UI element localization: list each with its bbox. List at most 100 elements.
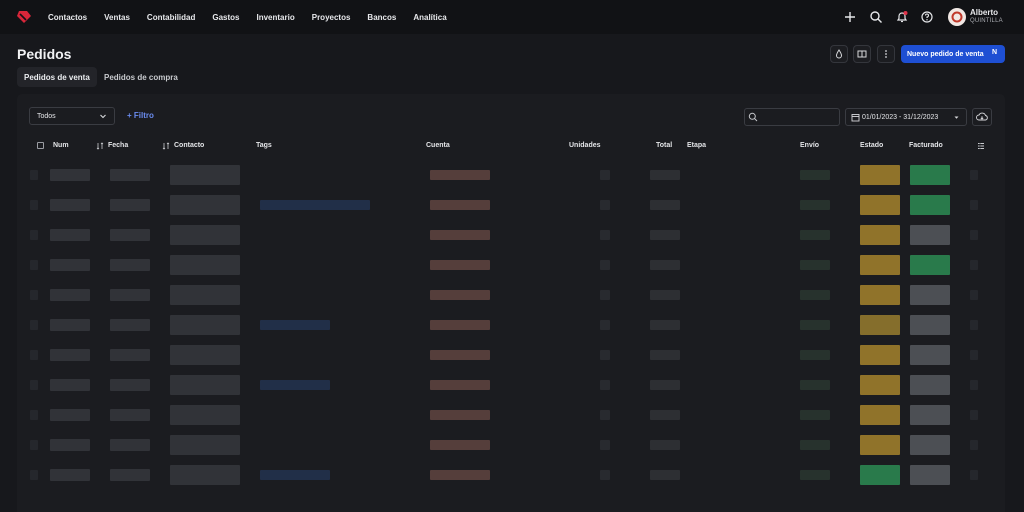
help-icon[interactable]: [920, 10, 934, 24]
book-icon-button[interactable]: [853, 45, 871, 63]
user-name[interactable]: Alberto: [970, 8, 998, 17]
obscured-cell: [50, 469, 90, 481]
obscured-cell: [260, 320, 330, 330]
obscured-cell: [650, 200, 680, 210]
col-estado[interactable]: Estado: [860, 142, 883, 149]
obscured-cell: [910, 165, 950, 185]
obscured-cell: [430, 350, 490, 360]
obscured-cell: [430, 170, 490, 180]
obscured-cell: [170, 345, 240, 365]
nav-proyectos[interactable]: Proyectos: [312, 13, 351, 22]
sort-icon[interactable]: [96, 142, 104, 150]
nav-bancos[interactable]: Bancos: [367, 13, 396, 22]
obscured-cell: [910, 315, 950, 335]
app-logo[interactable]: [16, 9, 32, 25]
obscured-cell: [30, 410, 38, 420]
obscured-cell: [50, 379, 90, 391]
obscured-cell: [910, 375, 950, 395]
table-row[interactable]: [17, 430, 1005, 460]
obscured-cell: [650, 380, 680, 390]
table-row[interactable]: [17, 220, 1005, 250]
obscured-cell: [110, 379, 150, 391]
obscured-cell: [970, 260, 978, 270]
obscured-cell: [430, 290, 490, 300]
bell-icon[interactable]: [895, 10, 909, 24]
obscured-cell: [430, 260, 490, 270]
select-all-checkbox[interactable]: [37, 142, 44, 149]
obscured-cell: [50, 259, 90, 271]
obscured-cell: [110, 289, 150, 301]
user-avatar[interactable]: [948, 8, 966, 26]
col-contacto[interactable]: Contacto: [174, 142, 204, 149]
obscured-cell: [650, 470, 680, 480]
obscured-cell: [30, 260, 38, 270]
nav-contactos[interactable]: Contactos: [48, 13, 87, 22]
tab-purchase-orders[interactable]: Pedidos de compra: [97, 67, 185, 87]
obscured-cell: [600, 350, 610, 360]
shortcut-badge: N: [991, 49, 997, 56]
table-row[interactable]: [17, 370, 1005, 400]
obscured-cell: [800, 320, 830, 330]
sort-icon[interactable]: [162, 142, 170, 150]
obscured-cell: [170, 285, 240, 305]
obscured-cell: [170, 405, 240, 425]
col-facturado[interactable]: Facturado: [909, 142, 943, 149]
obscured-cell: [970, 380, 978, 390]
table-row[interactable]: [17, 310, 1005, 340]
date-range-picker[interactable]: 01/01/2023 - 31/12/2023: [845, 108, 967, 126]
avatar-image: [951, 11, 963, 23]
download-button[interactable]: [972, 108, 992, 126]
obscured-cell: [110, 409, 150, 421]
nav-inventario[interactable]: Inventario: [257, 13, 295, 22]
obscured-cell: [260, 380, 330, 390]
obscured-cell: [600, 200, 610, 210]
plus-icon[interactable]: [843, 10, 857, 24]
table-row[interactable]: [17, 400, 1005, 430]
obscured-cell: [970, 320, 978, 330]
more-menu-button[interactable]: [877, 45, 895, 63]
search-input[interactable]: [744, 108, 840, 126]
obscured-cell: [50, 199, 90, 211]
table-row[interactable]: [17, 280, 1005, 310]
nav-gastos[interactable]: Gastos: [212, 13, 239, 22]
tab-sales-orders[interactable]: Pedidos de venta: [17, 67, 97, 87]
table-row[interactable]: [17, 160, 1005, 190]
drop-icon: [835, 49, 843, 59]
col-envio[interactable]: Envío: [800, 142, 819, 149]
nav-analitica[interactable]: Analítica: [413, 13, 446, 22]
new-sales-order-button[interactable]: Nuevo pedido de venta N: [901, 45, 1005, 63]
table-row[interactable]: [17, 460, 1005, 490]
obscured-cell: [110, 229, 150, 241]
col-num[interactable]: Num: [53, 142, 69, 149]
col-etapa[interactable]: Etapa: [687, 142, 706, 149]
col-tags[interactable]: Tags: [256, 142, 272, 149]
column-settings-icon[interactable]: [977, 142, 985, 150]
col-total[interactable]: Total: [656, 142, 672, 149]
obscured-cell: [110, 259, 150, 271]
top-navbar: Contactos Ventas Contabilidad Gastos Inv…: [0, 0, 1024, 34]
obscured-cell: [260, 470, 330, 480]
obscured-cell: [910, 225, 950, 245]
obscured-cell: [800, 260, 830, 270]
table-row[interactable]: [17, 250, 1005, 280]
obscured-cell: [50, 229, 90, 241]
col-fecha[interactable]: Fecha: [108, 142, 128, 149]
user-company: QUINTILLA: [970, 18, 1003, 24]
obscured-cell: [110, 199, 150, 211]
obscured-cell: [170, 225, 240, 245]
obscured-cell: [30, 350, 38, 360]
status-filter-select[interactable]: Todos: [29, 107, 115, 125]
drop-icon-button[interactable]: [830, 45, 848, 63]
table-row[interactable]: [17, 190, 1005, 220]
table-row[interactable]: [17, 340, 1005, 370]
nav-contabilidad[interactable]: Contabilidad: [147, 13, 195, 22]
search-icon[interactable]: [869, 10, 883, 24]
nav-ventas[interactable]: Ventas: [104, 13, 130, 22]
obscured-cell: [910, 285, 950, 305]
obscured-cell: [30, 170, 38, 180]
add-filter-button[interactable]: + Filtro: [127, 111, 154, 120]
col-unidades[interactable]: Unidades: [569, 142, 601, 149]
obscured-cell: [860, 345, 900, 365]
col-cuenta[interactable]: Cuenta: [426, 142, 450, 149]
obscured-cell: [110, 469, 150, 481]
